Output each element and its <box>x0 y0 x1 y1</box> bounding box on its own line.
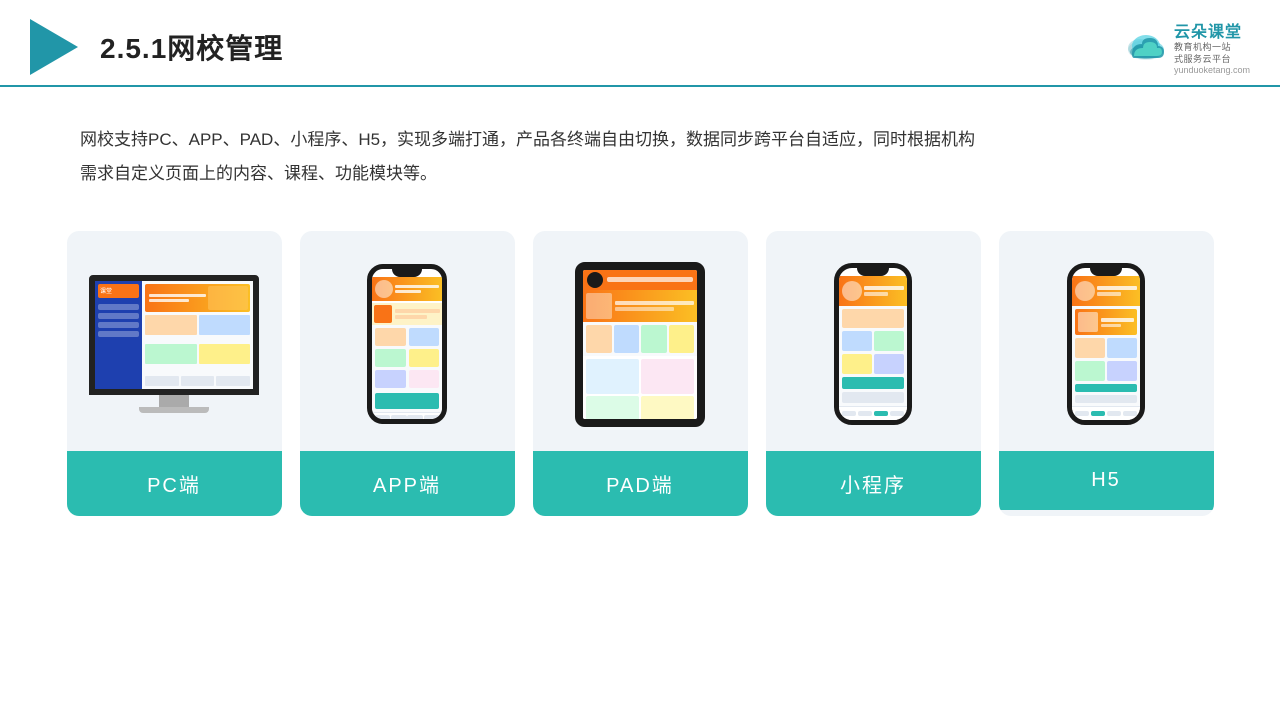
mini-phone-notch <box>857 268 889 276</box>
h5-phone-screen <box>1072 276 1140 420</box>
miniprogram-phone-icon <box>834 263 912 425</box>
h5-phone-icon <box>1067 263 1145 425</box>
card-h5-image <box>999 231 1214 451</box>
card-pc-image: 课堂 <box>67 231 282 451</box>
phone-notch <box>392 269 422 277</box>
mini-phone-screen <box>839 276 907 420</box>
card-miniprogram-image <box>766 231 981 451</box>
card-app: APP端 <box>300 231 515 516</box>
card-pad-image <box>533 231 748 451</box>
phone-screen <box>372 277 442 419</box>
card-pad: PAD端 <box>533 231 748 516</box>
brand-name: 云朵课堂 <box>1174 18 1242 42</box>
card-app-label: APP端 <box>300 451 515 516</box>
header-right: 云朵课堂 教育机构一站 式服务云平台 yunduoketang.com <box>1124 18 1250 75</box>
description-block: 网校支持PC、APP、PAD、小程序、H5，实现多端打通，产品各终端自由切换，数… <box>0 87 1100 211</box>
header: 2.5.1网校管理 云朵课堂 教育机构一站 式服务云平台 yunduoketan… <box>0 0 1280 87</box>
pc-monitor-icon: 课堂 <box>89 275 259 413</box>
page-title: 2.5.1网校管理 <box>100 27 283 67</box>
card-pc: 课堂 <box>67 231 282 516</box>
card-miniprogram-label: 小程序 <box>766 451 981 516</box>
logo-triangle-icon <box>30 19 78 75</box>
cards-container: 课堂 <box>0 211 1280 546</box>
card-pad-label: PAD端 <box>533 451 748 516</box>
cloud-icon <box>1124 30 1168 64</box>
card-pc-label: PC端 <box>67 451 282 516</box>
app-phone-icon <box>367 264 447 424</box>
card-h5-label: H5 <box>999 451 1214 510</box>
header-left: 2.5.1网校管理 <box>30 19 283 75</box>
brand-url: yunduoketang.com <box>1174 65 1250 75</box>
brand-sub2: 式服务云平台 <box>1174 54 1231 66</box>
brand-text: 云朵课堂 教育机构一站 式服务云平台 yunduoketang.com <box>1174 18 1250 75</box>
h5-phone-notch <box>1090 268 1122 276</box>
tablet-screen <box>583 270 697 419</box>
pad-tablet-icon <box>575 262 705 427</box>
card-miniprogram: 小程序 <box>766 231 981 516</box>
brand-logo: 云朵课堂 教育机构一站 式服务云平台 yunduoketang.com <box>1124 18 1250 75</box>
card-h5: H5 <box>999 231 1214 516</box>
brand-sub1: 教育机构一站 <box>1174 42 1231 54</box>
card-app-image <box>300 231 515 451</box>
description-line2: 需求自定义页面上的内容、课程、功能模块等。 <box>80 157 1020 191</box>
description-line1: 网校支持PC、APP、PAD、小程序、H5，实现多端打通，产品各终端自由切换，数… <box>80 123 1020 157</box>
